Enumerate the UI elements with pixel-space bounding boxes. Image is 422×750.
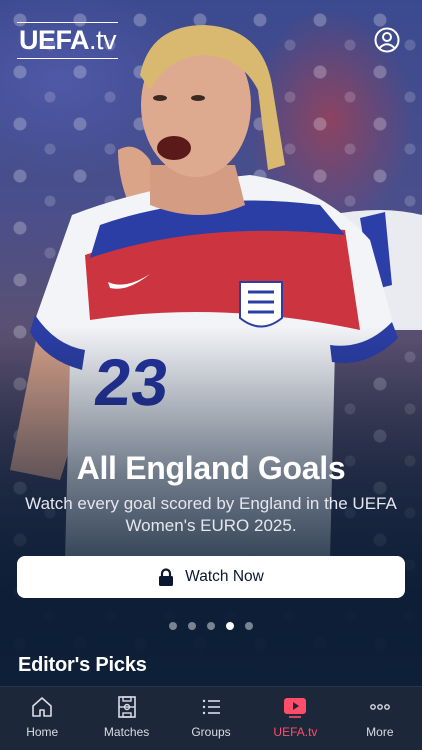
carousel-dot[interactable]: [188, 622, 196, 630]
carousel-indicator: [0, 622, 422, 630]
watch-now-label: Watch Now: [185, 568, 264, 585]
tab-home-label: Home: [26, 725, 59, 739]
hero-title: All England Goals: [76, 450, 346, 486]
person-circle-icon[interactable]: [374, 27, 400, 53]
carousel-dot[interactable]: [207, 622, 215, 630]
tab-groups[interactable]: Groups: [169, 687, 253, 750]
pitch-icon: [117, 696, 136, 718]
carousel-dot[interactable]: [169, 622, 177, 630]
top-bar: UEFA.tv: [0, 0, 422, 80]
play-icon: [284, 698, 307, 718]
hero-subtitle: Watch every goal scored by England in th…: [25, 494, 397, 535]
editors-picks-heading: Editor's Picks: [18, 654, 147, 676]
tab-more-label: More: [366, 725, 394, 739]
tab-groups-label: Groups: [191, 725, 231, 739]
carousel-dot[interactable]: [245, 622, 253, 630]
tab-matches[interactable]: Matches: [84, 687, 168, 750]
watch-now-button[interactable]: Watch Now: [17, 556, 405, 598]
tab-matches-label: Matches: [103, 725, 150, 739]
uefa-tv-logo[interactable]: UEFA.tv: [17, 22, 119, 59]
logo-light-text: .tv: [89, 25, 117, 55]
home-icon: [32, 697, 53, 717]
tab-home[interactable]: Home: [0, 687, 84, 750]
tab-more[interactable]: More: [338, 687, 422, 750]
logo-bold-text: UEFA: [19, 25, 90, 55]
more-dots-icon: [369, 704, 390, 710]
lock-icon: [159, 568, 174, 586]
bottom-tab-bar: Home Matches Groups UEFA.tv More: [0, 686, 422, 750]
tab-uefa-tv[interactable]: UEFA.tv: [253, 687, 337, 750]
carousel-dot-active[interactable]: [226, 622, 234, 630]
list-icon: [202, 699, 221, 715]
tab-uefa-tv-label: UEFA.tv: [273, 725, 318, 739]
